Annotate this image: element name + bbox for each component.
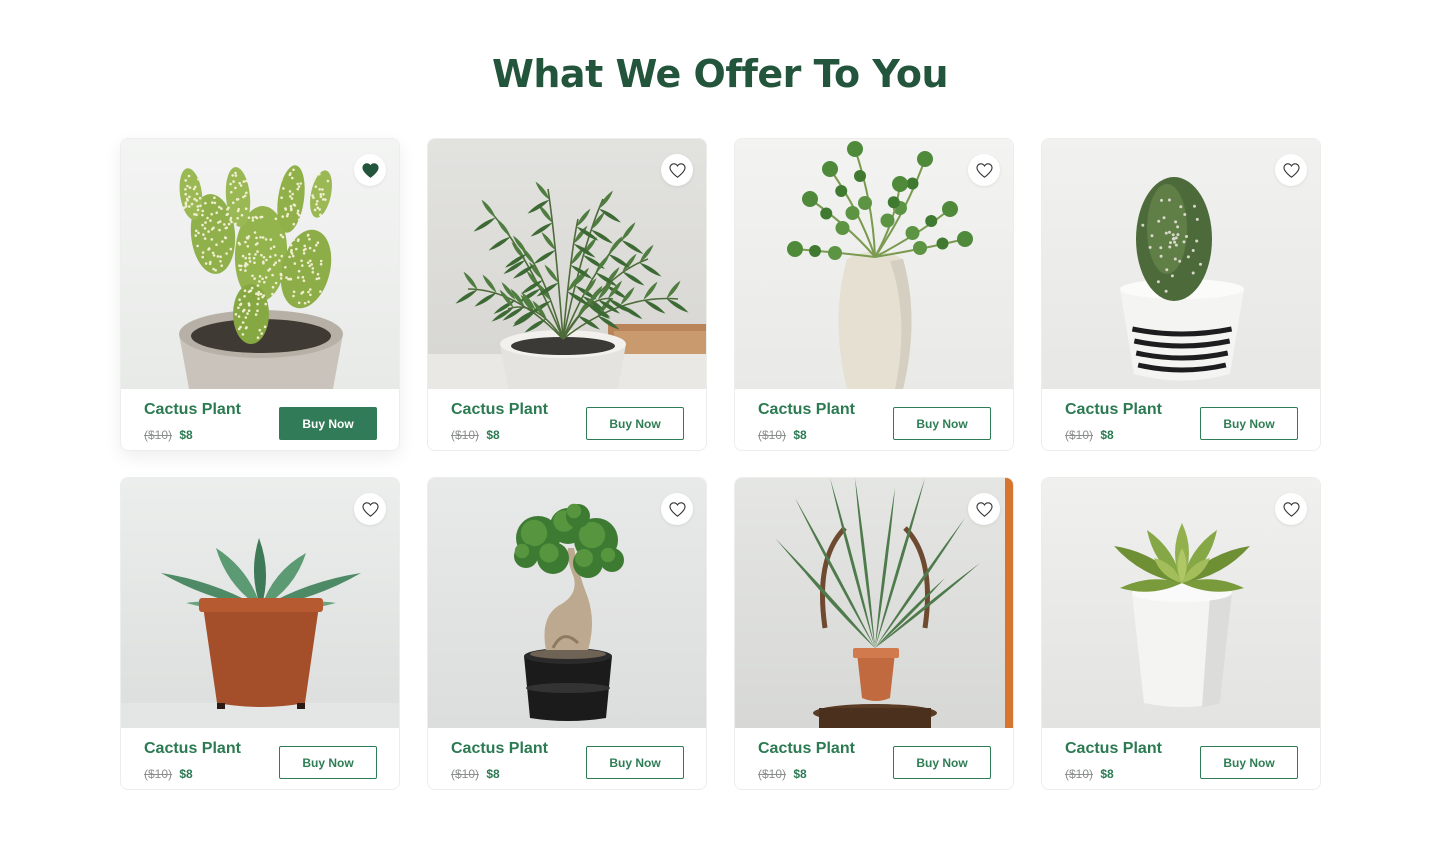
sale-price: $8 — [793, 767, 807, 781]
buy-now-button[interactable]: Buy Now — [279, 407, 377, 440]
product-info: Cactus Plant ($10) $8 Buy Now — [121, 389, 399, 450]
favorite-button[interactable] — [968, 493, 1000, 525]
favorite-button[interactable] — [1275, 154, 1307, 186]
sale-price: $8 — [1100, 767, 1114, 781]
favorite-button[interactable] — [354, 493, 386, 525]
product-name: Cactus Plant — [1065, 740, 1162, 757]
heart-outline-icon — [975, 500, 994, 519]
section-title: What We Offer To You — [491, 52, 949, 96]
original-price: ($10) — [451, 767, 480, 781]
buy-now-button[interactable]: Buy Now — [279, 746, 377, 779]
product-card[interactable]: Cactus Plant ($10) $8 Buy Now — [1041, 477, 1321, 790]
product-info: Cactus Plant ($10) $8 Buy Now — [1042, 389, 1320, 450]
product-card[interactable]: Cactus Plant ($10) $8 Buy Now — [734, 477, 1014, 790]
heart-outline-icon — [975, 161, 994, 180]
product-image[interactable] — [121, 478, 399, 728]
product-card[interactable]: Cactus Plant ($10) $8 Buy Now — [427, 477, 707, 790]
original-price: ($10) — [144, 428, 173, 442]
sale-price: $8 — [179, 428, 193, 442]
product-card[interactable]: Cactus Plant ($10) $8 Buy Now — [120, 138, 400, 451]
sale-price: $8 — [486, 428, 500, 442]
buy-now-button[interactable]: Buy Now — [893, 407, 991, 440]
product-prices: ($10) $8 — [144, 428, 193, 442]
product-card[interactable]: Cactus Plant ($10) $8 Buy Now — [734, 138, 1014, 451]
sale-price: $8 — [1100, 428, 1114, 442]
product-info: Cactus Plant ($10) $8 Buy Now — [428, 728, 706, 789]
product-name: Cactus Plant — [451, 740, 548, 757]
heart-outline-icon — [668, 500, 687, 519]
product-name: Cactus Plant — [758, 401, 855, 418]
buy-now-button[interactable]: Buy Now — [1200, 746, 1298, 779]
product-info: Cactus Plant ($10) $8 Buy Now — [735, 728, 1013, 789]
product-image[interactable] — [428, 478, 706, 728]
product-prices: ($10) $8 — [451, 428, 500, 442]
product-info: Cactus Plant ($10) $8 Buy Now — [121, 728, 399, 789]
products-section: What We Offer To You Cactus Plant ($10) … — [0, 0, 1440, 855]
buy-now-button[interactable]: Buy Now — [586, 746, 684, 779]
product-card[interactable]: Cactus Plant ($10) $8 Buy Now — [120, 477, 400, 790]
product-prices: ($10) $8 — [1065, 428, 1114, 442]
sale-price: $8 — [486, 767, 500, 781]
heart-outline-icon — [1282, 500, 1301, 519]
product-prices: ($10) $8 — [1065, 767, 1114, 781]
product-grid: Cactus Plant ($10) $8 Buy Now Cactus Pla… — [120, 138, 1321, 790]
product-prices: ($10) $8 — [758, 428, 807, 442]
original-price: ($10) — [144, 767, 173, 781]
buy-now-button[interactable]: Buy Now — [1200, 407, 1298, 440]
buy-now-button[interactable]: Buy Now — [893, 746, 991, 779]
heart-outline-icon — [1282, 161, 1301, 180]
product-prices: ($10) $8 — [758, 767, 807, 781]
sale-price: $8 — [793, 428, 807, 442]
product-card[interactable]: Cactus Plant ($10) $8 Buy Now — [1041, 138, 1321, 451]
heart-filled-icon — [361, 161, 380, 180]
favorite-button[interactable] — [661, 493, 693, 525]
product-image[interactable] — [1042, 139, 1320, 389]
product-name: Cactus Plant — [451, 401, 548, 418]
original-price: ($10) — [451, 428, 480, 442]
product-info: Cactus Plant ($10) $8 Buy Now — [1042, 728, 1320, 789]
heart-outline-icon — [668, 161, 687, 180]
product-card[interactable]: Cactus Plant ($10) $8 Buy Now — [427, 138, 707, 451]
original-price: ($10) — [1065, 767, 1094, 781]
product-image[interactable] — [428, 139, 706, 389]
product-name: Cactus Plant — [758, 740, 855, 757]
sale-price: $8 — [179, 767, 193, 781]
product-info: Cactus Plant ($10) $8 Buy Now — [428, 389, 706, 450]
original-price: ($10) — [758, 767, 787, 781]
favorite-button[interactable] — [968, 154, 1000, 186]
product-prices: ($10) $8 — [144, 767, 193, 781]
product-name: Cactus Plant — [144, 401, 241, 418]
product-info: Cactus Plant ($10) $8 Buy Now — [735, 389, 1013, 450]
product-image[interactable] — [1042, 478, 1320, 728]
favorite-button[interactable] — [1275, 493, 1307, 525]
favorite-button[interactable] — [354, 154, 386, 186]
product-name: Cactus Plant — [1065, 401, 1162, 418]
product-name: Cactus Plant — [144, 740, 241, 757]
product-image[interactable] — [735, 478, 1013, 728]
product-prices: ($10) $8 — [451, 767, 500, 781]
original-price: ($10) — [758, 428, 787, 442]
product-image[interactable] — [735, 139, 1013, 389]
heart-outline-icon — [361, 500, 380, 519]
product-image[interactable] — [121, 139, 399, 389]
favorite-button[interactable] — [661, 154, 693, 186]
original-price: ($10) — [1065, 428, 1094, 442]
buy-now-button[interactable]: Buy Now — [586, 407, 684, 440]
